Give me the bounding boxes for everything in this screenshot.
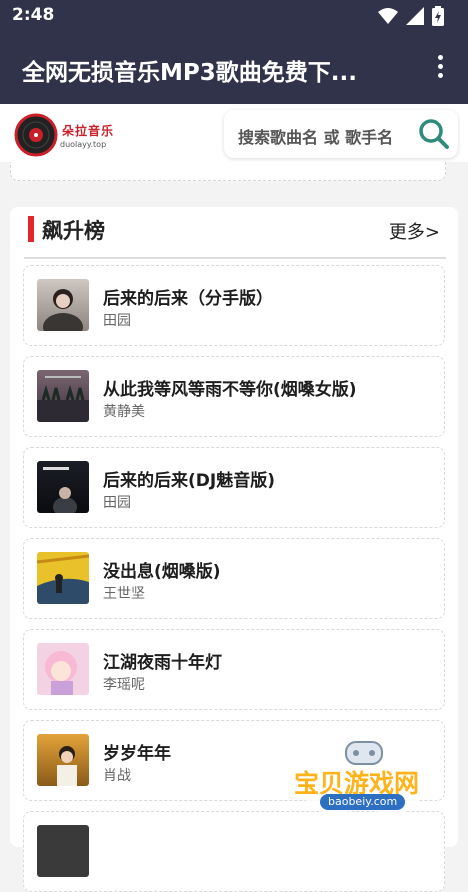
- section-divider: [24, 257, 446, 259]
- song-artist: 田园: [103, 495, 131, 511]
- section-title: 飙升榜: [42, 219, 105, 243]
- site-logo[interactable]: 朵拉音乐 duolayy.top: [14, 112, 124, 158]
- song-title: 江湖夜雨十年灯: [103, 653, 222, 673]
- logo-subtext: duolayy.top: [60, 140, 107, 149]
- search-placeholder[interactable]: 搜索歌曲名 或 歌手名: [238, 124, 393, 148]
- section-accent-bar: [28, 216, 34, 242]
- song-artist: 王世坚: [103, 586, 145, 602]
- app-title: 全网无损音乐MP3歌曲免费下...: [22, 60, 357, 86]
- battery-charging-icon: [432, 6, 444, 26]
- logo-text: 朵拉音乐: [62, 124, 115, 138]
- site-header: 朵拉音乐 duolayy.top 搜索歌曲名 或 歌手名: [0, 104, 468, 162]
- album-cover: [37, 370, 89, 422]
- song-artist: 李瑶呢: [103, 677, 145, 693]
- album-cover: [37, 279, 89, 331]
- song-artist: 肖战: [103, 768, 131, 784]
- status-icons: [378, 6, 444, 26]
- album-cover: [37, 643, 89, 695]
- search-icon[interactable]: [418, 118, 450, 150]
- song-item[interactable]: 江湖夜雨十年灯 李瑶呢: [23, 629, 445, 710]
- more-link[interactable]: 更多>: [389, 218, 440, 244]
- song-item[interactable]: 从此我等风等雨不等你(烟嗓女版) 黄静美: [23, 356, 445, 437]
- vinyl-record-icon: [14, 113, 58, 157]
- more-vert-icon[interactable]: [430, 55, 450, 83]
- album-cover: [37, 552, 89, 604]
- previous-card-bottom: [10, 162, 446, 181]
- search-box[interactable]: 搜索歌曲名 或 歌手名: [224, 110, 458, 158]
- song-artist: 田园: [103, 313, 131, 329]
- watermark-url: baobeiy.com: [320, 794, 406, 810]
- status-time: 2:48: [12, 5, 55, 25]
- song-title: 岁岁年年: [103, 744, 171, 764]
- status-bar: 2:48: [0, 0, 468, 33]
- app-bar: 全网无损音乐MP3歌曲免费下...: [0, 33, 468, 104]
- wifi-icon: [378, 8, 398, 24]
- song-title: 后来的后来（分手版）: [103, 289, 273, 309]
- song-title: 后来的后来(DJ魅音版): [103, 471, 275, 491]
- song-title: 从此我等风等雨不等你(烟嗓女版): [103, 380, 357, 400]
- song-item[interactable]: 后来的后来(DJ魅音版) 田园: [23, 447, 445, 528]
- section-header: 飙升榜 更多>: [10, 207, 458, 257]
- signal-icon: [406, 7, 424, 25]
- song-artist: 黄静美: [103, 404, 145, 420]
- album-cover: [37, 734, 89, 786]
- song-title: 没出息(烟嗓版): [103, 562, 221, 582]
- watermark-logo: 宝贝游戏网 baobeiy.com: [288, 738, 438, 824]
- song-item[interactable]: 后来的后来（分手版） 田园: [23, 265, 445, 346]
- album-cover: [37, 461, 89, 513]
- album-cover: [37, 825, 89, 877]
- song-item[interactable]: 没出息(烟嗓版) 王世坚: [23, 538, 445, 619]
